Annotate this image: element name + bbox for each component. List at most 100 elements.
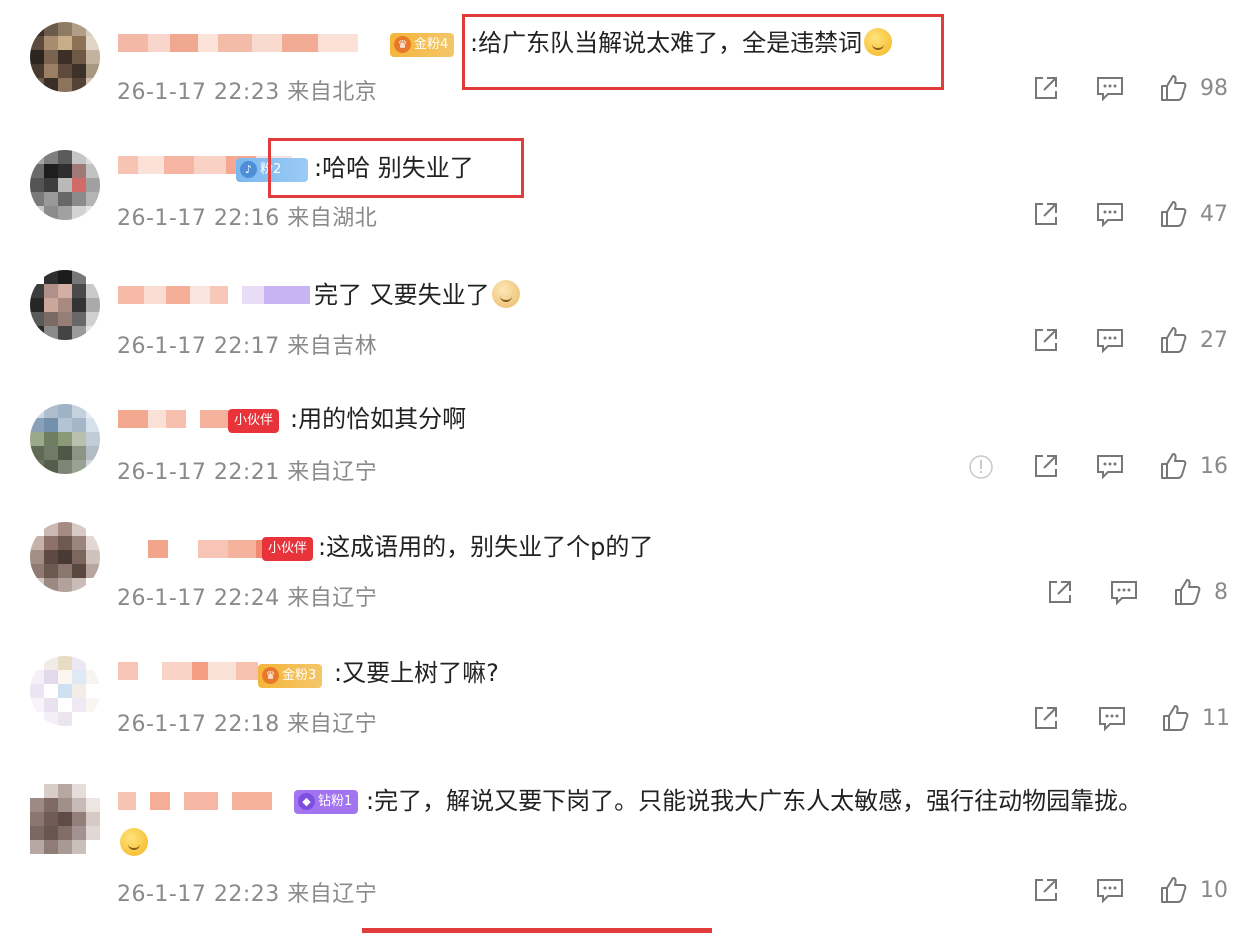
comment-text-content: :完了，解说又要下岗了。只能说我大广东人太敏感，强行往动物园靠拢。 bbox=[366, 787, 1143, 815]
location: 来自辽宁 bbox=[287, 882, 378, 907]
comment-text: 完了 又要失业了 bbox=[314, 280, 520, 310]
comment-icon[interactable] bbox=[1094, 198, 1126, 230]
location: 来自湖北 bbox=[287, 206, 378, 231]
comment-item: 小伙伴 :这成语用的，别失业了个p的了 26-1-17 22:24 来自辽宁 8 bbox=[0, 504, 1240, 630]
comment-text: :这成语用的，别失业了个p的了 bbox=[318, 532, 653, 562]
comment-text: :又要上树了嘛? bbox=[334, 658, 499, 688]
fan-level-badge: ♛ 金粉4 bbox=[390, 33, 455, 57]
comment-text-content: :又要上树了嘛? bbox=[334, 659, 499, 687]
timestamp: 26-1-17 22:23 bbox=[117, 80, 280, 105]
comment-text-content: :这成语用的，别失业了个p的了 bbox=[318, 533, 654, 561]
share-icon[interactable] bbox=[1044, 576, 1076, 608]
thumbs-up-icon[interactable] bbox=[1172, 576, 1204, 608]
crown-icon: ♛ bbox=[262, 667, 279, 684]
comment-meta: 26-1-17 22:18 来自辽宁 bbox=[117, 706, 377, 738]
avatar[interactable] bbox=[30, 404, 100, 474]
thumbs-up-icon[interactable] bbox=[1160, 702, 1192, 734]
report-icon[interactable] bbox=[968, 454, 994, 480]
username[interactable] bbox=[118, 660, 258, 682]
comment-text-content: :用的恰如其分啊 bbox=[290, 405, 467, 433]
thumbs-up-icon[interactable] bbox=[1158, 72, 1190, 104]
like-count: 98 bbox=[1200, 76, 1228, 101]
share-icon[interactable] bbox=[1030, 324, 1062, 356]
timestamp: 26-1-17 22:21 bbox=[117, 460, 280, 485]
like-count: 11 bbox=[1202, 706, 1230, 731]
username[interactable] bbox=[118, 408, 230, 430]
username[interactable] bbox=[118, 790, 272, 812]
comment-meta: 26-1-17 22:23 来自辽宁 bbox=[117, 876, 377, 908]
timestamp: 26-1-17 22:23 bbox=[117, 882, 280, 907]
location: 来自辽宁 bbox=[287, 712, 378, 737]
fan-level-badge: ◆ 钻粉1 bbox=[294, 790, 359, 814]
username[interactable] bbox=[118, 284, 310, 306]
fan-level-badge: ♛ 金粉3 bbox=[258, 664, 323, 688]
fan-level-badge: 小伙伴 bbox=[228, 409, 280, 433]
like-count: 16 bbox=[1200, 454, 1228, 479]
comment-text: :完了，解说又要下岗了。只能说我大广东人太敏感，强行往动物园靠拢。 bbox=[366, 786, 1142, 816]
like-count: 27 bbox=[1200, 328, 1228, 353]
comment-meta: 26-1-17 22:24 来自辽宁 bbox=[117, 580, 377, 612]
share-icon[interactable] bbox=[1030, 702, 1062, 734]
emoji-line bbox=[118, 828, 148, 856]
comment-text: :用的恰如其分啊 bbox=[290, 404, 466, 434]
thumbs-up-icon[interactable] bbox=[1158, 198, 1190, 230]
timestamp: 26-1-17 22:24 bbox=[117, 586, 280, 611]
share-icon[interactable] bbox=[1030, 450, 1062, 482]
timestamp: 26-1-17 22:16 bbox=[117, 206, 280, 231]
badge-label: 小伙伴 bbox=[234, 413, 274, 428]
share-icon[interactable] bbox=[1030, 72, 1062, 104]
like-count: 10 bbox=[1200, 878, 1228, 903]
badge-label: 金粉4 bbox=[414, 37, 449, 52]
badge-label: 钻粉1 bbox=[318, 794, 353, 809]
doge-emoji-icon bbox=[491, 280, 520, 308]
comment-icon[interactable] bbox=[1094, 874, 1126, 906]
comment-icon[interactable] bbox=[1094, 72, 1126, 104]
like-count: 8 bbox=[1214, 580, 1228, 605]
avatar[interactable] bbox=[30, 784, 100, 854]
comment-icon[interactable] bbox=[1108, 576, 1140, 608]
fan-level-badge: 小伙伴 bbox=[262, 537, 314, 561]
thumbs-up-icon[interactable] bbox=[1158, 324, 1190, 356]
badge-label: 金粉3 bbox=[282, 668, 317, 683]
comment-meta: 26-1-17 22:21 来自辽宁 bbox=[117, 454, 377, 486]
badge-label: 小伙伴 bbox=[268, 541, 308, 556]
comment-meta: 26-1-17 22:17 来自吉林 bbox=[117, 328, 377, 360]
comment-icon[interactable] bbox=[1094, 450, 1126, 482]
location: 来自北京 bbox=[287, 80, 378, 105]
username[interactable] bbox=[118, 32, 358, 54]
comment-item: 完了 又要失业了 26-1-17 22:17 来自吉林 27 bbox=[0, 252, 1240, 378]
comment-icon[interactable] bbox=[1094, 324, 1126, 356]
grin-emoji-icon bbox=[120, 828, 148, 856]
comment-item: ♪ 粉2 :哈哈 别失业了 26-1-17 22:16 来自湖北 47 bbox=[0, 126, 1240, 252]
highlight-box bbox=[462, 14, 944, 90]
highlight-box bbox=[268, 138, 524, 198]
username[interactable] bbox=[118, 538, 280, 560]
thumbs-up-icon[interactable] bbox=[1158, 874, 1190, 906]
bottom-red-bar bbox=[362, 928, 712, 933]
timestamp: 26-1-17 22:17 bbox=[117, 334, 280, 359]
comment-item: ◆ 钻粉1 :完了，解说又要下岗了。只能说我大广东人太敏感，强行往动物园靠拢。 … bbox=[0, 756, 1240, 933]
comment-meta: 26-1-17 22:23 来自北京 bbox=[117, 74, 377, 106]
comment-item: 小伙伴 :用的恰如其分啊 26-1-17 22:21 来自辽宁 16 bbox=[0, 378, 1240, 504]
location: 来自辽宁 bbox=[287, 586, 378, 611]
comment-text-content: 完了 又要失业了 bbox=[314, 281, 490, 309]
comment-meta: 26-1-17 22:16 来自湖北 bbox=[117, 200, 377, 232]
diamond-icon: ◆ bbox=[298, 793, 315, 810]
avatar[interactable] bbox=[30, 656, 100, 726]
share-icon[interactable] bbox=[1030, 874, 1062, 906]
comment-item: ♛ 金粉4 :给广东队当解说太难了，全是违禁词 26-1-17 22:23 来自… bbox=[0, 0, 1240, 126]
share-icon[interactable] bbox=[1030, 198, 1062, 230]
avatar[interactable] bbox=[30, 270, 100, 340]
comment-item: ♛ 金粉3 :又要上树了嘛? 26-1-17 22:18 来自辽宁 11 bbox=[0, 630, 1240, 756]
fan-icon: ♪ bbox=[240, 161, 257, 178]
comment-icon[interactable] bbox=[1096, 702, 1128, 734]
thumbs-up-icon[interactable] bbox=[1158, 450, 1190, 482]
like-count: 47 bbox=[1200, 202, 1228, 227]
crown-icon: ♛ bbox=[394, 36, 411, 53]
avatar[interactable] bbox=[30, 522, 100, 592]
location: 来自辽宁 bbox=[287, 460, 378, 485]
avatar[interactable] bbox=[30, 22, 100, 92]
timestamp: 26-1-17 22:18 bbox=[117, 712, 280, 737]
location: 来自吉林 bbox=[287, 334, 378, 359]
avatar[interactable] bbox=[30, 150, 100, 220]
